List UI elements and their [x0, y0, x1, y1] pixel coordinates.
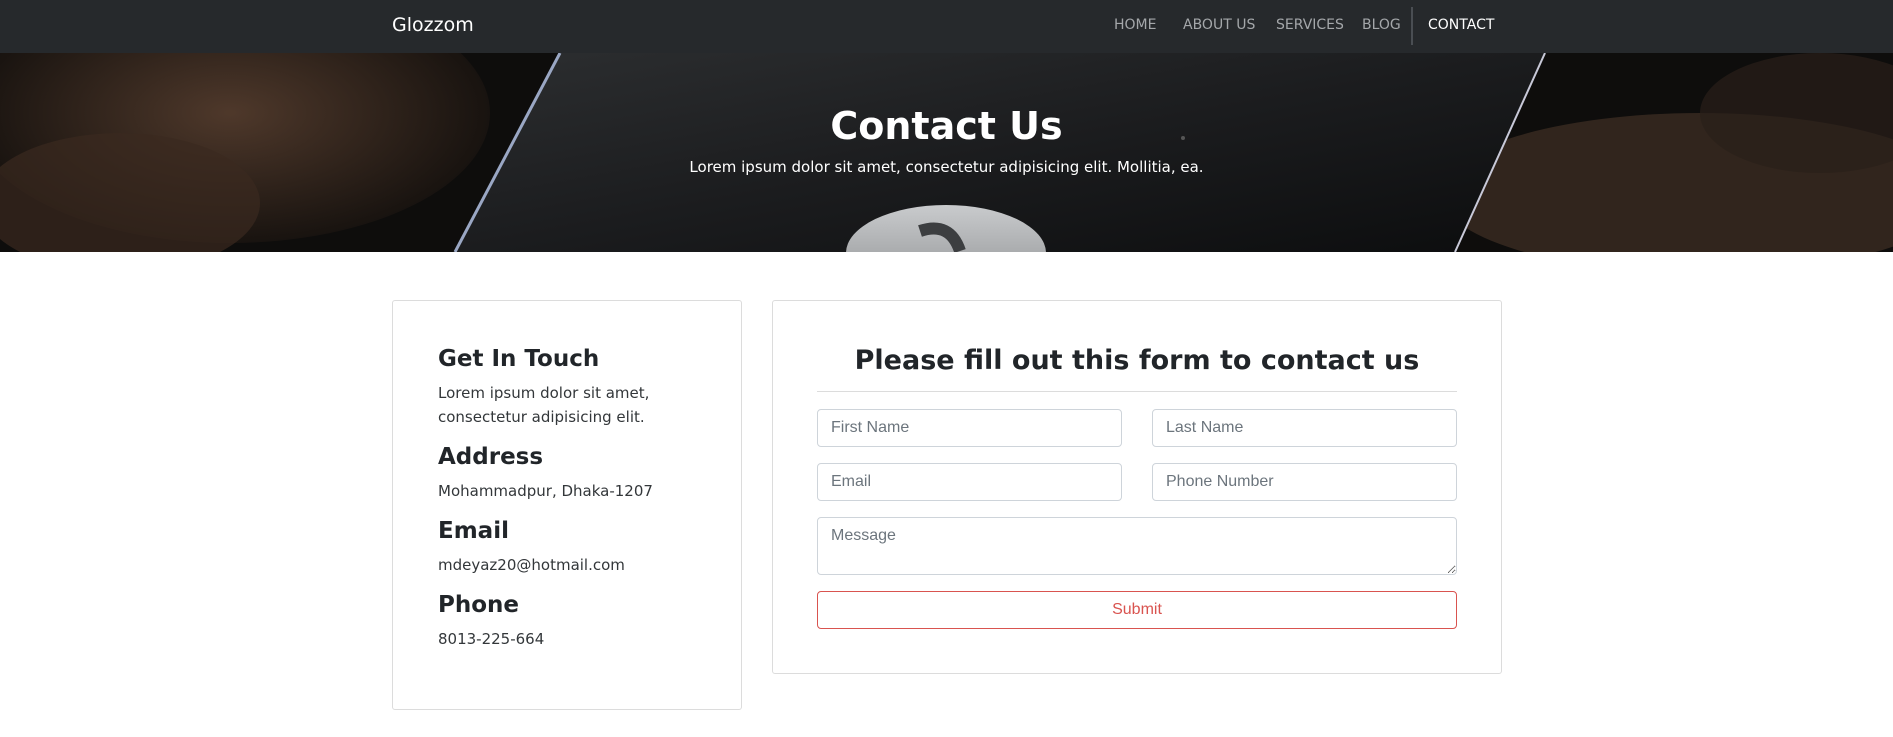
first-name-input[interactable]: [817, 409, 1122, 447]
contact-info-card: Get In Touch Lorem ipsum dolor sit amet,…: [392, 300, 742, 710]
email-heading: Email: [438, 518, 509, 544]
nav-link-home[interactable]: HOME: [1114, 17, 1156, 33]
navbar: Glozzom HOME ABOUT US SERVICES BLOG CONT…: [0, 0, 1893, 53]
email-input[interactable]: [817, 463, 1122, 501]
phone-text: 8013-225-664: [438, 630, 545, 648]
form-title: Please fill out this form to contact us: [854, 345, 1420, 376]
hero-background-image: [0, 53, 1893, 252]
nav-link-services[interactable]: SERVICES: [1276, 17, 1344, 33]
form-divider: [817, 391, 1457, 392]
phone-heading: Phone: [438, 592, 520, 618]
nav-active-divider: [1411, 7, 1413, 45]
get-in-touch-text: Lorem ipsum dolor sit amet, consectetur …: [438, 384, 650, 426]
brand-logo[interactable]: Glozzom: [392, 14, 474, 36]
address-heading: Address: [438, 444, 544, 470]
phone-number-input[interactable]: [1152, 463, 1457, 501]
submit-button[interactable]: Submit: [817, 591, 1457, 629]
hero-banner: Contact Us Lorem ipsum dolor sit amet, c…: [0, 53, 1893, 252]
page-subtitle: Lorem ipsum dolor sit amet, consectetur …: [689, 158, 1204, 176]
nav-link-contact[interactable]: CONTACT: [1428, 17, 1494, 33]
contact-form-card: Please fill out this form to contact us …: [772, 300, 1502, 674]
page-title: Contact Us: [830, 104, 1063, 148]
nav-link-about-us[interactable]: ABOUT US: [1183, 17, 1255, 33]
message-textarea[interactable]: [817, 517, 1457, 575]
get-in-touch-heading: Get In Touch: [438, 346, 600, 372]
email-text: mdeyaz20@hotmail.com: [438, 556, 625, 574]
address-text: Mohammadpur, Dhaka-1207: [438, 482, 653, 500]
nav-link-blog[interactable]: BLOG: [1362, 17, 1401, 33]
last-name-input[interactable]: [1152, 409, 1457, 447]
